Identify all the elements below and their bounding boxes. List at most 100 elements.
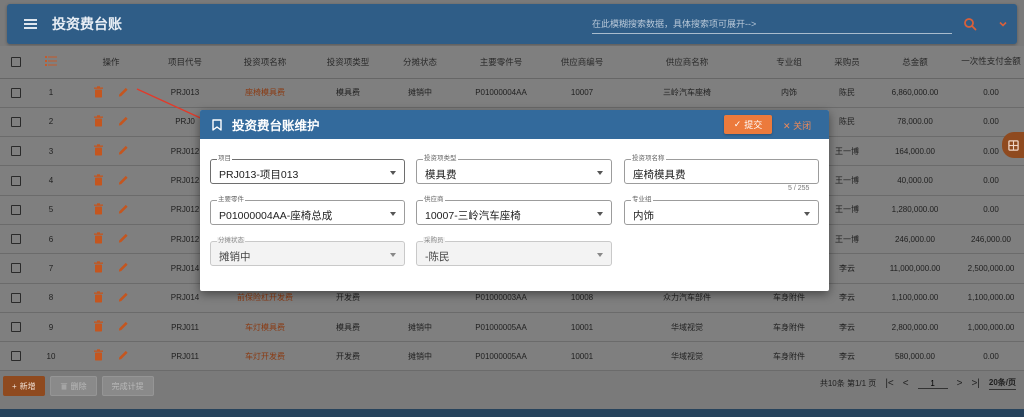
row-checkbox[interactable] [0, 195, 32, 225]
complete-accrual-button[interactable]: 完成计提 [101, 376, 154, 396]
col-header-total[interactable]: 总金额 [872, 46, 958, 79]
table-row[interactable]: 1 PRJ013 座椅模具费 模具费 摊销中 P01000004AA 10007 三岭汽车座椅… [0, 78, 1024, 108]
edit-row-icon[interactable] [118, 174, 129, 188]
delete-row-icon[interactable] [93, 203, 104, 217]
col-header-group[interactable]: 专业组 [756, 46, 822, 79]
row-checkbox[interactable] [0, 78, 32, 108]
add-button[interactable]: + 新增 [3, 376, 45, 396]
edit-row-icon[interactable] [118, 86, 129, 100]
row-checkbox[interactable] [0, 283, 32, 313]
dialog-title: 投资费台账维护 [232, 119, 320, 133]
cell-once: 0.00 [958, 78, 1024, 108]
col-header-type[interactable]: 投资项类型 [312, 46, 384, 79]
col-header-project[interactable]: 项目代号 [152, 46, 218, 79]
cell-name[interactable]: 车灯开发费 [218, 341, 312, 372]
row-checkbox[interactable] [0, 107, 32, 138]
delete-row-icon[interactable] [93, 320, 104, 334]
search-icon[interactable] [963, 17, 977, 31]
supplier-select[interactable]: 供应商 10007-三岭汽车座椅 [416, 196, 612, 225]
cell-index: 3 [32, 136, 70, 167]
cell-type: 模具费 [312, 78, 384, 108]
search-input[interactable] [592, 14, 952, 33]
cell-actions [70, 165, 152, 196]
row-checkbox[interactable] [0, 136, 32, 167]
column-settings-button[interactable] [32, 46, 70, 79]
last-page-button[interactable]: >| [971, 378, 979, 389]
investment-name-input[interactable]: 投资项名称 座椅模具费 [624, 155, 819, 184]
col-header-once[interactable]: 一次性支付金额 [958, 46, 1024, 79]
chevron-down-icon[interactable] [996, 17, 1010, 31]
dropdown-caret-icon [390, 212, 396, 216]
first-page-button[interactable]: |< [885, 378, 893, 389]
delete-button[interactable]: 删除 [49, 376, 97, 396]
delete-row-icon[interactable] [93, 232, 104, 246]
edit-row-icon[interactable] [118, 115, 129, 129]
row-checkbox[interactable] [0, 224, 32, 255]
edit-row-icon[interactable] [118, 261, 129, 275]
next-page-button[interactable]: > [957, 378, 963, 389]
edit-row-icon[interactable] [118, 232, 129, 246]
side-panel-button[interactable] [1002, 132, 1024, 158]
cell-total: 78,000.00 [872, 107, 958, 138]
row-checkbox[interactable] [0, 165, 32, 196]
menu-button[interactable] [14, 4, 46, 44]
edit-row-icon[interactable] [118, 203, 129, 217]
edit-row-icon[interactable] [118, 349, 129, 363]
cell-buyer: 王一博 [822, 224, 872, 255]
bottom-strip [0, 409, 1024, 417]
cell-actions [70, 136, 152, 167]
cell-index: 8 [32, 283, 70, 313]
cell-index: 2 [32, 107, 70, 138]
cell-index: 10 [32, 341, 70, 372]
col-header-buyer[interactable]: 采购员 [822, 46, 872, 79]
project-select[interactable]: 项目 PRJ013-项目013 [210, 155, 405, 184]
row-checkbox[interactable] [0, 341, 32, 372]
col-header-supplier[interactable]: 供应商名称 [618, 46, 756, 79]
delete-row-icon[interactable] [93, 115, 104, 129]
delete-row-icon[interactable] [93, 144, 104, 158]
select-all-checkbox[interactable] [0, 46, 32, 79]
col-header-name[interactable]: 投资项名称 [218, 46, 312, 79]
delete-row-icon[interactable] [93, 85, 104, 100]
col-header-actions[interactable]: 操作 [70, 46, 152, 79]
cell-status: 摊销中 [384, 312, 456, 343]
cell-supplier: 三岭汽车座椅 [618, 78, 756, 108]
delete-row-icon[interactable] [93, 173, 104, 188]
cell-once: 1,100,000.00 [958, 283, 1024, 313]
delete-row-icon[interactable] [93, 291, 104, 305]
allocation-status-select[interactable]: 分摊状态 摊销中 [210, 237, 405, 266]
cell-name[interactable]: 座椅模具费 [218, 78, 312, 108]
delete-row-icon[interactable] [93, 349, 104, 363]
professional-group-select[interactable]: 专业组 内饰 [624, 196, 819, 225]
cell-actions [70, 341, 152, 372]
row-checkbox[interactable] [0, 253, 32, 284]
edit-row-icon[interactable] [118, 291, 129, 305]
cell-index: 1 [32, 78, 70, 108]
col-header-supplier-no[interactable]: 供应商编号 [546, 46, 618, 79]
page-size-select[interactable]: 20条/页 [988, 377, 1016, 390]
close-button[interactable]: ✕ 关闭 [783, 119, 811, 132]
page-number-input[interactable] [917, 378, 948, 389]
prev-page-button[interactable]: < [903, 378, 909, 389]
edit-row-icon[interactable] [118, 144, 129, 158]
submit-button[interactable]: ✓ 提交 [724, 115, 772, 134]
edit-row-icon[interactable] [118, 320, 129, 334]
col-header-part[interactable]: 主要零件号 [456, 46, 546, 79]
buyer-select[interactable]: 采购员 -陈民 [416, 237, 612, 266]
table-row[interactable]: 9 PRJ011 车灯模具费 模具费 摊销中 P01000005AA 10001 华域视觉 车身… [0, 312, 1024, 343]
col-header-status[interactable]: 分摊状态 [384, 46, 456, 79]
cell-name[interactable]: 车灯模具费 [218, 312, 312, 343]
investment-type-select[interactable]: 投资项类型 模具费 [416, 155, 612, 184]
table-row[interactable]: 10 PRJ011 车灯开发费 开发费 摊销中 P01000005AA 10001 华域视觉车… [0, 341, 1024, 372]
row-checkbox[interactable] [0, 312, 32, 343]
cell-total: 246,000.00 [872, 224, 958, 255]
cell-buyer: 陈民 [822, 78, 872, 108]
cell-supplier: 华域视觉 [618, 312, 756, 343]
delete-row-icon[interactable] [93, 261, 104, 275]
cell-once: 1,000,000.00 [958, 312, 1024, 343]
cell-buyer: 王一博 [822, 195, 872, 225]
main-part-select[interactable]: 主要零件 P01000004AA-座椅总成 [210, 196, 405, 225]
char-counter: 5 / 255 [788, 185, 810, 192]
cell-group: 内饰 [756, 78, 822, 108]
cell-buyer: 李云 [822, 283, 872, 313]
